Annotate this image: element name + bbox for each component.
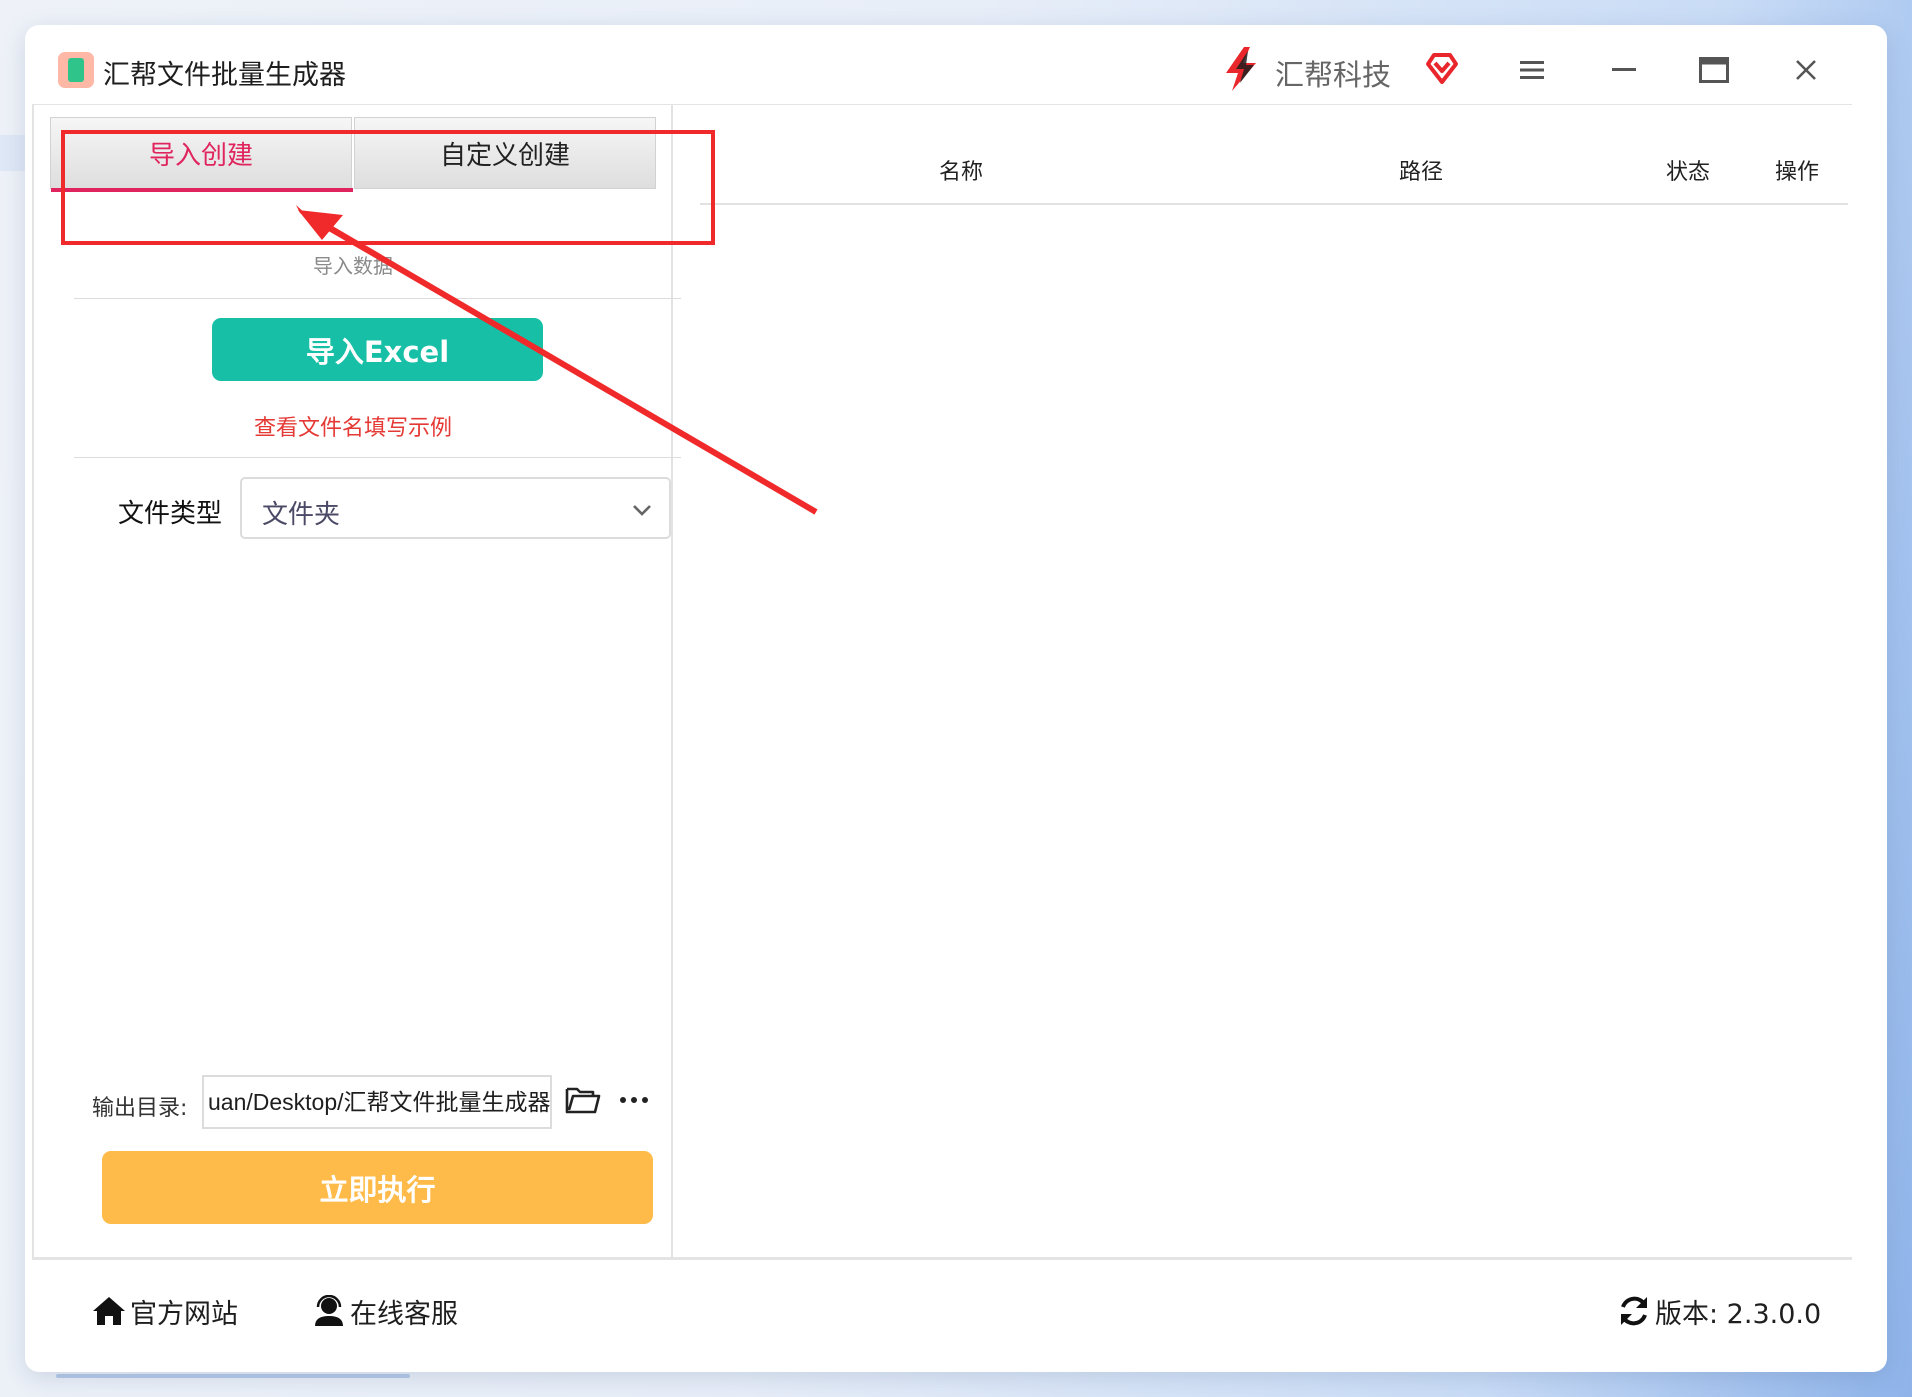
menu-icon	[1520, 61, 1544, 79]
import-section-label: 导入数据	[313, 254, 393, 278]
vip-heart-icon[interactable]	[1424, 50, 1460, 86]
brand-logo-icon	[1226, 47, 1256, 91]
filename-example-link[interactable]: 查看文件名填写示例	[50, 410, 656, 442]
column-header-actions: 操作	[1775, 160, 1820, 185]
chevron-down-icon	[633, 505, 651, 516]
import-excel-button[interactable]: 导入Excel	[212, 318, 543, 381]
close-icon	[1796, 60, 1816, 80]
online-support-link[interactable]: 在线客服	[312, 1293, 458, 1330]
support-agent-icon	[315, 1295, 343, 1326]
maximize-icon	[1699, 57, 1729, 83]
version-info: 版本: 2.3.0.0	[1617, 1293, 1822, 1330]
refresh-icon[interactable]	[1617, 1294, 1651, 1328]
file-type-label: 文件类型	[118, 499, 223, 529]
footer-divider	[32, 1257, 1852, 1260]
folder-open-icon[interactable]	[565, 1083, 601, 1115]
maximize-button[interactable]	[1694, 52, 1734, 88]
column-header-status: 状态	[1666, 160, 1711, 185]
annotation-highlight-box	[61, 130, 715, 245]
close-button[interactable]	[1786, 52, 1826, 88]
section-divider	[74, 457, 681, 458]
app-logo-icon	[58, 52, 94, 88]
file-table-header: 名称 路径 状态 操作	[700, 140, 1848, 204]
official-website-link[interactable]: 官方网站	[92, 1293, 238, 1330]
online-support-label: 在线客服	[350, 1298, 458, 1330]
home-icon	[93, 1297, 125, 1325]
background-strip	[56, 1374, 410, 1378]
version-label: 版本: 2.3.0.0	[1655, 1298, 1822, 1330]
app-title: 汇帮文件批量生成器	[103, 60, 346, 91]
column-header-path: 路径	[1399, 160, 1444, 185]
output-dir-label: 输出目录:	[92, 1096, 188, 1121]
column-header-name: 名称	[939, 160, 984, 185]
output-dir-field[interactable]: uan/Desktop/汇帮文件批量生成器	[202, 1075, 552, 1129]
menu-button[interactable]	[1512, 52, 1552, 88]
more-options-icon[interactable]	[618, 1090, 650, 1110]
brand-name: 汇帮科技	[1275, 58, 1392, 92]
minimize-icon	[1612, 68, 1636, 71]
official-website-label: 官方网站	[130, 1298, 238, 1330]
file-type-value: 文件夹	[262, 500, 341, 530]
section-divider	[74, 298, 681, 299]
file-type-select[interactable]: 文件夹	[240, 477, 671, 539]
table-header-divider	[700, 203, 1848, 205]
minimize-button[interactable]	[1604, 52, 1644, 88]
run-now-button[interactable]: 立即执行	[102, 1151, 653, 1224]
